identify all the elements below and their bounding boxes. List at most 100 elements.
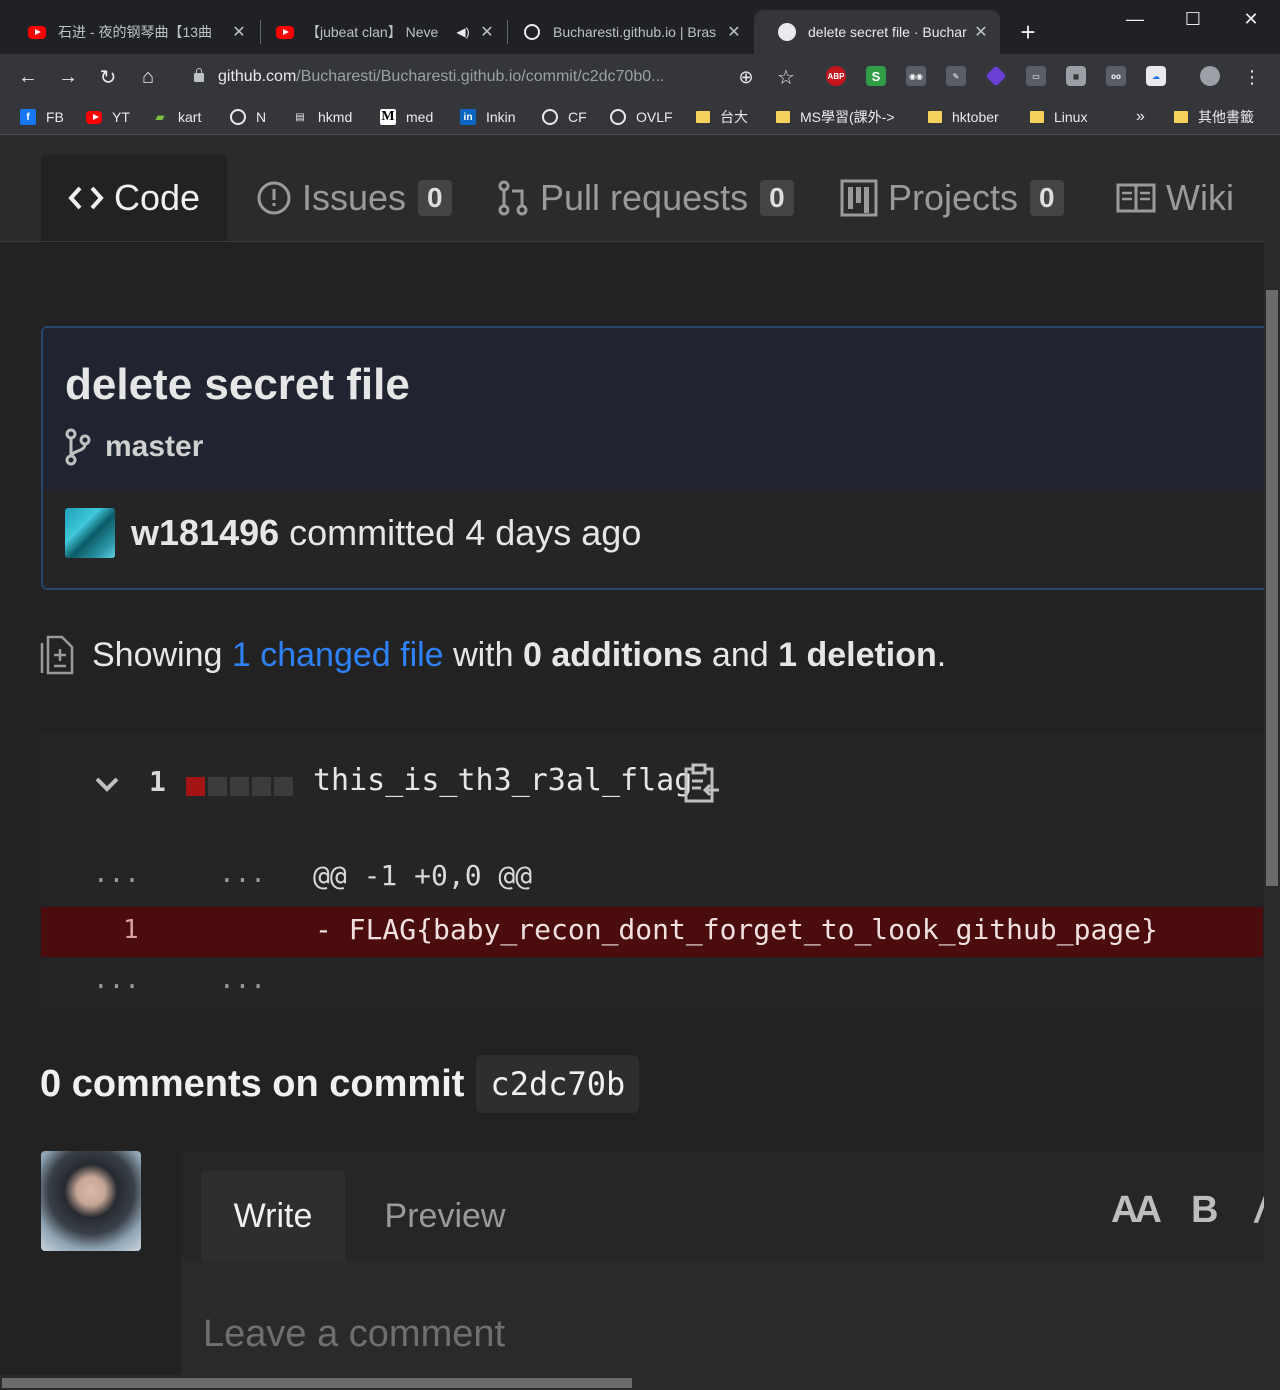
globe-icon bbox=[610, 109, 626, 125]
horizontal-scrollbar-thumb[interactable] bbox=[2, 1378, 632, 1388]
bookmark-folder-hktober[interactable]: hktober bbox=[928, 107, 999, 127]
back-icon[interactable]: ← bbox=[14, 63, 42, 91]
bookmark-label: 其他書籤 bbox=[1198, 109, 1254, 125]
browser-toolbar: ← → ↻ ⌂ github.com/Bucharesti/Bucharesti… bbox=[0, 54, 1280, 100]
close-icon[interactable]: ✕ bbox=[972, 22, 990, 42]
horizontal-scrollbar[interactable] bbox=[0, 1375, 1280, 1390]
tab-write[interactable]: Write bbox=[201, 1171, 345, 1261]
bookmarks-overflow-button[interactable]: » bbox=[1136, 107, 1145, 127]
tab-code[interactable]: Code bbox=[41, 155, 227, 241]
line-number-old[interactable]: 1 bbox=[123, 915, 139, 945]
extension-diamond-icon[interactable] bbox=[985, 65, 1007, 87]
bookmark-hkmd[interactable]: ▤ hkmd bbox=[292, 107, 352, 127]
line-icon[interactable]: ◼ bbox=[1066, 66, 1086, 86]
issue-opened-icon bbox=[256, 180, 292, 216]
tab-pull-requests[interactable]: Pull requests 0 bbox=[496, 155, 794, 241]
bookmark-ovlf[interactable]: OVLF bbox=[610, 107, 673, 127]
line-number-old[interactable]: ... bbox=[93, 859, 140, 889]
icloud-icon[interactable]: ☁ bbox=[1146, 66, 1166, 86]
adblock-plus-icon[interactable]: ABP bbox=[826, 66, 846, 86]
extension-link-icon[interactable]: ✎ bbox=[946, 66, 966, 86]
bookmark-folder-linux[interactable]: Linux bbox=[1030, 107, 1087, 127]
browser-tab-3[interactable]: Bucharesti.github.io | Bras ✕ bbox=[499, 10, 753, 54]
line-number-new[interactable]: ... bbox=[219, 965, 266, 995]
forward-icon[interactable]: → bbox=[54, 63, 82, 91]
menu-kebab-icon[interactable]: ⋮ bbox=[1238, 63, 1266, 91]
extension-s-icon[interactable]: S bbox=[866, 66, 886, 86]
window-close-icon[interactable]: ✕ bbox=[1222, 0, 1280, 38]
diffstat-block bbox=[208, 777, 227, 796]
folder-icon bbox=[696, 111, 710, 123]
author-name[interactable]: w181496 bbox=[131, 512, 279, 554]
vertical-scrollbar[interactable] bbox=[1264, 135, 1280, 1375]
comment-input[interactable] bbox=[201, 1303, 1245, 1365]
avatar[interactable] bbox=[41, 1151, 141, 1251]
reload-icon[interactable]: ↻ bbox=[94, 63, 122, 91]
bookmark-star-icon[interactable]: ☆ bbox=[772, 63, 800, 91]
linkedin-icon: in bbox=[460, 109, 476, 125]
close-icon[interactable]: ✕ bbox=[478, 22, 496, 42]
bookmark-yt[interactable]: YT bbox=[86, 107, 130, 127]
tab-title: Bucharesti.github.io | Bras bbox=[553, 24, 717, 40]
browser-tab-active[interactable]: delete secret file · Buchar ✕ bbox=[754, 10, 1000, 54]
zoom-icon[interactable]: ⊕ bbox=[732, 63, 760, 91]
bookmark-fb[interactable]: f FB bbox=[20, 107, 64, 127]
tab-projects-label: Projects bbox=[888, 177, 1019, 218]
line-number-new[interactable]: ... bbox=[219, 859, 266, 889]
bookmark-label: kart bbox=[178, 109, 202, 125]
bookmark-med[interactable]: Mmed bbox=[380, 107, 433, 127]
hunk-header-row: ... ... @@ -1 +0,0 @@ bbox=[41, 841, 1263, 907]
bold-icon[interactable]: B bbox=[1191, 1189, 1218, 1232]
extension-box-icon[interactable]: oo bbox=[1106, 66, 1126, 86]
browser-tab-1[interactable]: 石进 - 夜的钢琴曲【13曲 ✕ bbox=[4, 10, 258, 54]
youtube-icon bbox=[276, 23, 294, 41]
tab-title: delete secret file · Buchar bbox=[808, 24, 967, 40]
branch-indicator[interactable]: master bbox=[65, 428, 203, 466]
chevron-down-icon[interactable] bbox=[93, 769, 121, 801]
bookmark-inkin[interactable]: in Inkin bbox=[460, 107, 516, 127]
bookmark-cf[interactable]: CF bbox=[542, 107, 587, 127]
bookmark-n[interactable]: N bbox=[230, 107, 266, 127]
code-icon bbox=[68, 184, 104, 212]
lock-icon bbox=[194, 67, 204, 82]
new-tab-icon[interactable]: + bbox=[1014, 18, 1042, 46]
bookmark-folder-ms[interactable]: MS學習(課外-> bbox=[776, 107, 895, 127]
bookmark-folder-ntu[interactable]: 台大 bbox=[696, 107, 748, 127]
avatar[interactable] bbox=[65, 508, 115, 558]
address-bar[interactable]: github.com/Bucharesti/Bucharesti.github.… bbox=[178, 61, 810, 93]
tab-issues[interactable]: Issues 0 bbox=[256, 155, 452, 241]
committed-time: committed 4 days ago bbox=[289, 512, 642, 553]
maximize-icon[interactable]: ☐ bbox=[1164, 0, 1222, 38]
document-icon: ▤ bbox=[295, 111, 305, 123]
bookmark-label: med bbox=[406, 109, 434, 125]
clipboard-copy-icon[interactable] bbox=[683, 763, 721, 808]
close-icon[interactable]: ✕ bbox=[230, 22, 248, 42]
commit-sha[interactable]: c2dc70b bbox=[476, 1055, 640, 1113]
tab-wiki[interactable]: Wiki bbox=[1116, 155, 1234, 241]
tab-projects[interactable]: Projects 0 bbox=[840, 155, 1064, 241]
other-bookmarks-folder[interactable]: 其他書籤 bbox=[1174, 107, 1254, 127]
bookmark-label: hkmd bbox=[318, 109, 353, 125]
changed-files-link[interactable]: 1 changed file bbox=[232, 636, 444, 675]
diff-summary: Showing 1 changed file with 0 additions … bbox=[40, 635, 946, 675]
pull-request-icon bbox=[496, 179, 530, 217]
comment-editor: Write Preview AA B / bbox=[181, 1151, 1264, 1375]
commit-author-row: w181496 committed 4 days ago bbox=[65, 508, 641, 558]
vertical-scrollbar-thumb[interactable] bbox=[1266, 290, 1278, 886]
file-name[interactable]: this_is_th3_r3al_flag bbox=[313, 763, 692, 798]
bookmark-kart[interactable]: ▰ kart bbox=[152, 107, 201, 127]
line-number-old[interactable]: ... bbox=[93, 965, 140, 995]
tab-preview[interactable]: Preview bbox=[365, 1171, 525, 1261]
expand-row: ... ... bbox=[41, 957, 1263, 1009]
browser-tab-2[interactable]: 【jubeat clan】 Neve ◀) ✕ bbox=[252, 10, 506, 54]
italic-icon[interactable]: / bbox=[1255, 1189, 1264, 1232]
close-icon[interactable]: ✕ bbox=[725, 22, 743, 42]
profile-avatar-icon[interactable] bbox=[1200, 66, 1220, 86]
minimize-icon[interactable]: — bbox=[1106, 0, 1164, 38]
extension-glasses-icon[interactable]: ◉◉ bbox=[906, 66, 926, 86]
text-size-icon[interactable]: AA bbox=[1111, 1189, 1162, 1232]
deleted-line-row: 1 - FLAG{baby_recon_dont_forget_to_look_… bbox=[41, 907, 1263, 957]
audio-playing-icon[interactable]: ◀) bbox=[454, 23, 472, 41]
home-icon[interactable]: ⌂ bbox=[134, 63, 162, 91]
extension-gamepad-icon[interactable]: ▭ bbox=[1026, 66, 1046, 86]
